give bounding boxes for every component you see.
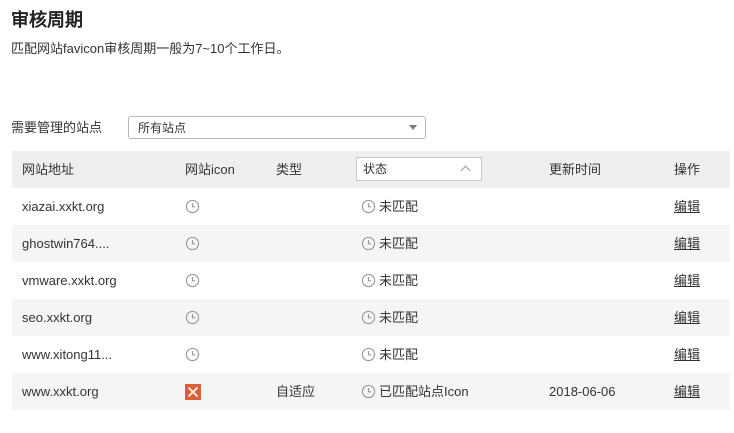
table-row: www.xitong11... 未匹配 编辑 xyxy=(12,336,730,373)
chevron-up-icon xyxy=(460,165,471,176)
chevron-down-icon xyxy=(409,125,417,130)
site-select-dropdown[interactable]: 所有站点 xyxy=(128,116,426,139)
site-favicon-icon xyxy=(185,384,201,400)
edit-link[interactable]: 编辑 xyxy=(674,236,700,251)
status-text: 未匹配 xyxy=(379,273,419,288)
clock-icon xyxy=(185,236,200,251)
edit-link[interactable]: 编辑 xyxy=(674,273,700,288)
pending-clock-icon xyxy=(361,236,376,251)
clock-icon xyxy=(185,310,200,325)
status-text: 未匹配 xyxy=(379,310,419,325)
edit-link[interactable]: 编辑 xyxy=(674,384,700,399)
clock-icon xyxy=(185,273,200,288)
site-url: ghostwin764.... xyxy=(22,236,110,251)
table-row: www.xxkt.org 自适应 已匹配站点Icon 2018-06-06 编辑 xyxy=(12,373,730,410)
site-select-value: 所有站点 xyxy=(138,121,187,135)
status-cell: 未匹配 xyxy=(361,336,541,373)
header-time: 更新时间 xyxy=(549,162,602,177)
table-row: vmware.xxkt.org 未匹配 编辑 xyxy=(12,262,730,299)
clock-icon xyxy=(185,199,200,214)
status-cell: 未匹配 xyxy=(361,225,541,262)
page-title: 审核周期 xyxy=(11,10,83,30)
status-filter-dropdown[interactable]: 状态 xyxy=(356,157,482,181)
table-row: xiazai.xxkt.org 未匹配 编辑 xyxy=(12,188,730,225)
site-url: vmware.xxkt.org xyxy=(22,273,117,288)
update-time: 2018-06-06 xyxy=(549,384,616,399)
site-url: xiazai.xxkt.org xyxy=(22,199,105,214)
site-url: www.xitong11... xyxy=(22,347,113,362)
status-text: 未匹配 xyxy=(379,236,419,251)
clock-icon xyxy=(185,347,200,362)
status-text: 未匹配 xyxy=(379,347,419,362)
site-table: 网站地址 网站icon 类型 状态 更新时间 操作 xiazai.xxkt.or… xyxy=(12,151,730,410)
status-cell: 未匹配 xyxy=(361,299,541,336)
status-filter-label: 状态 xyxy=(363,162,388,176)
header-op: 操作 xyxy=(674,162,701,177)
pending-clock-icon xyxy=(361,384,376,399)
table-header-row: 网站地址 网站icon 类型 状态 更新时间 操作 xyxy=(12,151,730,188)
pending-clock-icon xyxy=(361,347,376,362)
header-site: 网站地址 xyxy=(22,162,75,177)
pending-clock-icon xyxy=(361,273,376,288)
status-text: 已匹配站点Icon xyxy=(379,384,469,399)
status-cell: 未匹配 xyxy=(361,188,541,225)
status-text: 未匹配 xyxy=(379,199,419,214)
status-cell: 已匹配站点Icon xyxy=(361,373,541,410)
status-cell: 未匹配 xyxy=(361,262,541,299)
site-filter-label: 需要管理的站点 xyxy=(11,120,103,135)
table-row: ghostwin764.... 未匹配 编辑 xyxy=(12,225,730,262)
site-type: 自适应 xyxy=(276,384,316,399)
table-row: seo.xxkt.org 未匹配 编辑 xyxy=(12,299,730,336)
site-url: www.xxkt.org xyxy=(22,384,99,399)
edit-link[interactable]: 编辑 xyxy=(674,310,700,325)
edit-link[interactable]: 编辑 xyxy=(674,347,700,362)
page-description: 匹配网站favicon审核周期一般为7~10个工作日。 xyxy=(11,41,290,56)
edit-link[interactable]: 编辑 xyxy=(674,199,700,214)
pending-clock-icon xyxy=(361,199,376,214)
header-icon: 网站icon xyxy=(185,162,235,177)
pending-clock-icon xyxy=(361,310,376,325)
site-url: seo.xxkt.org xyxy=(22,310,93,325)
header-type: 类型 xyxy=(276,162,303,177)
